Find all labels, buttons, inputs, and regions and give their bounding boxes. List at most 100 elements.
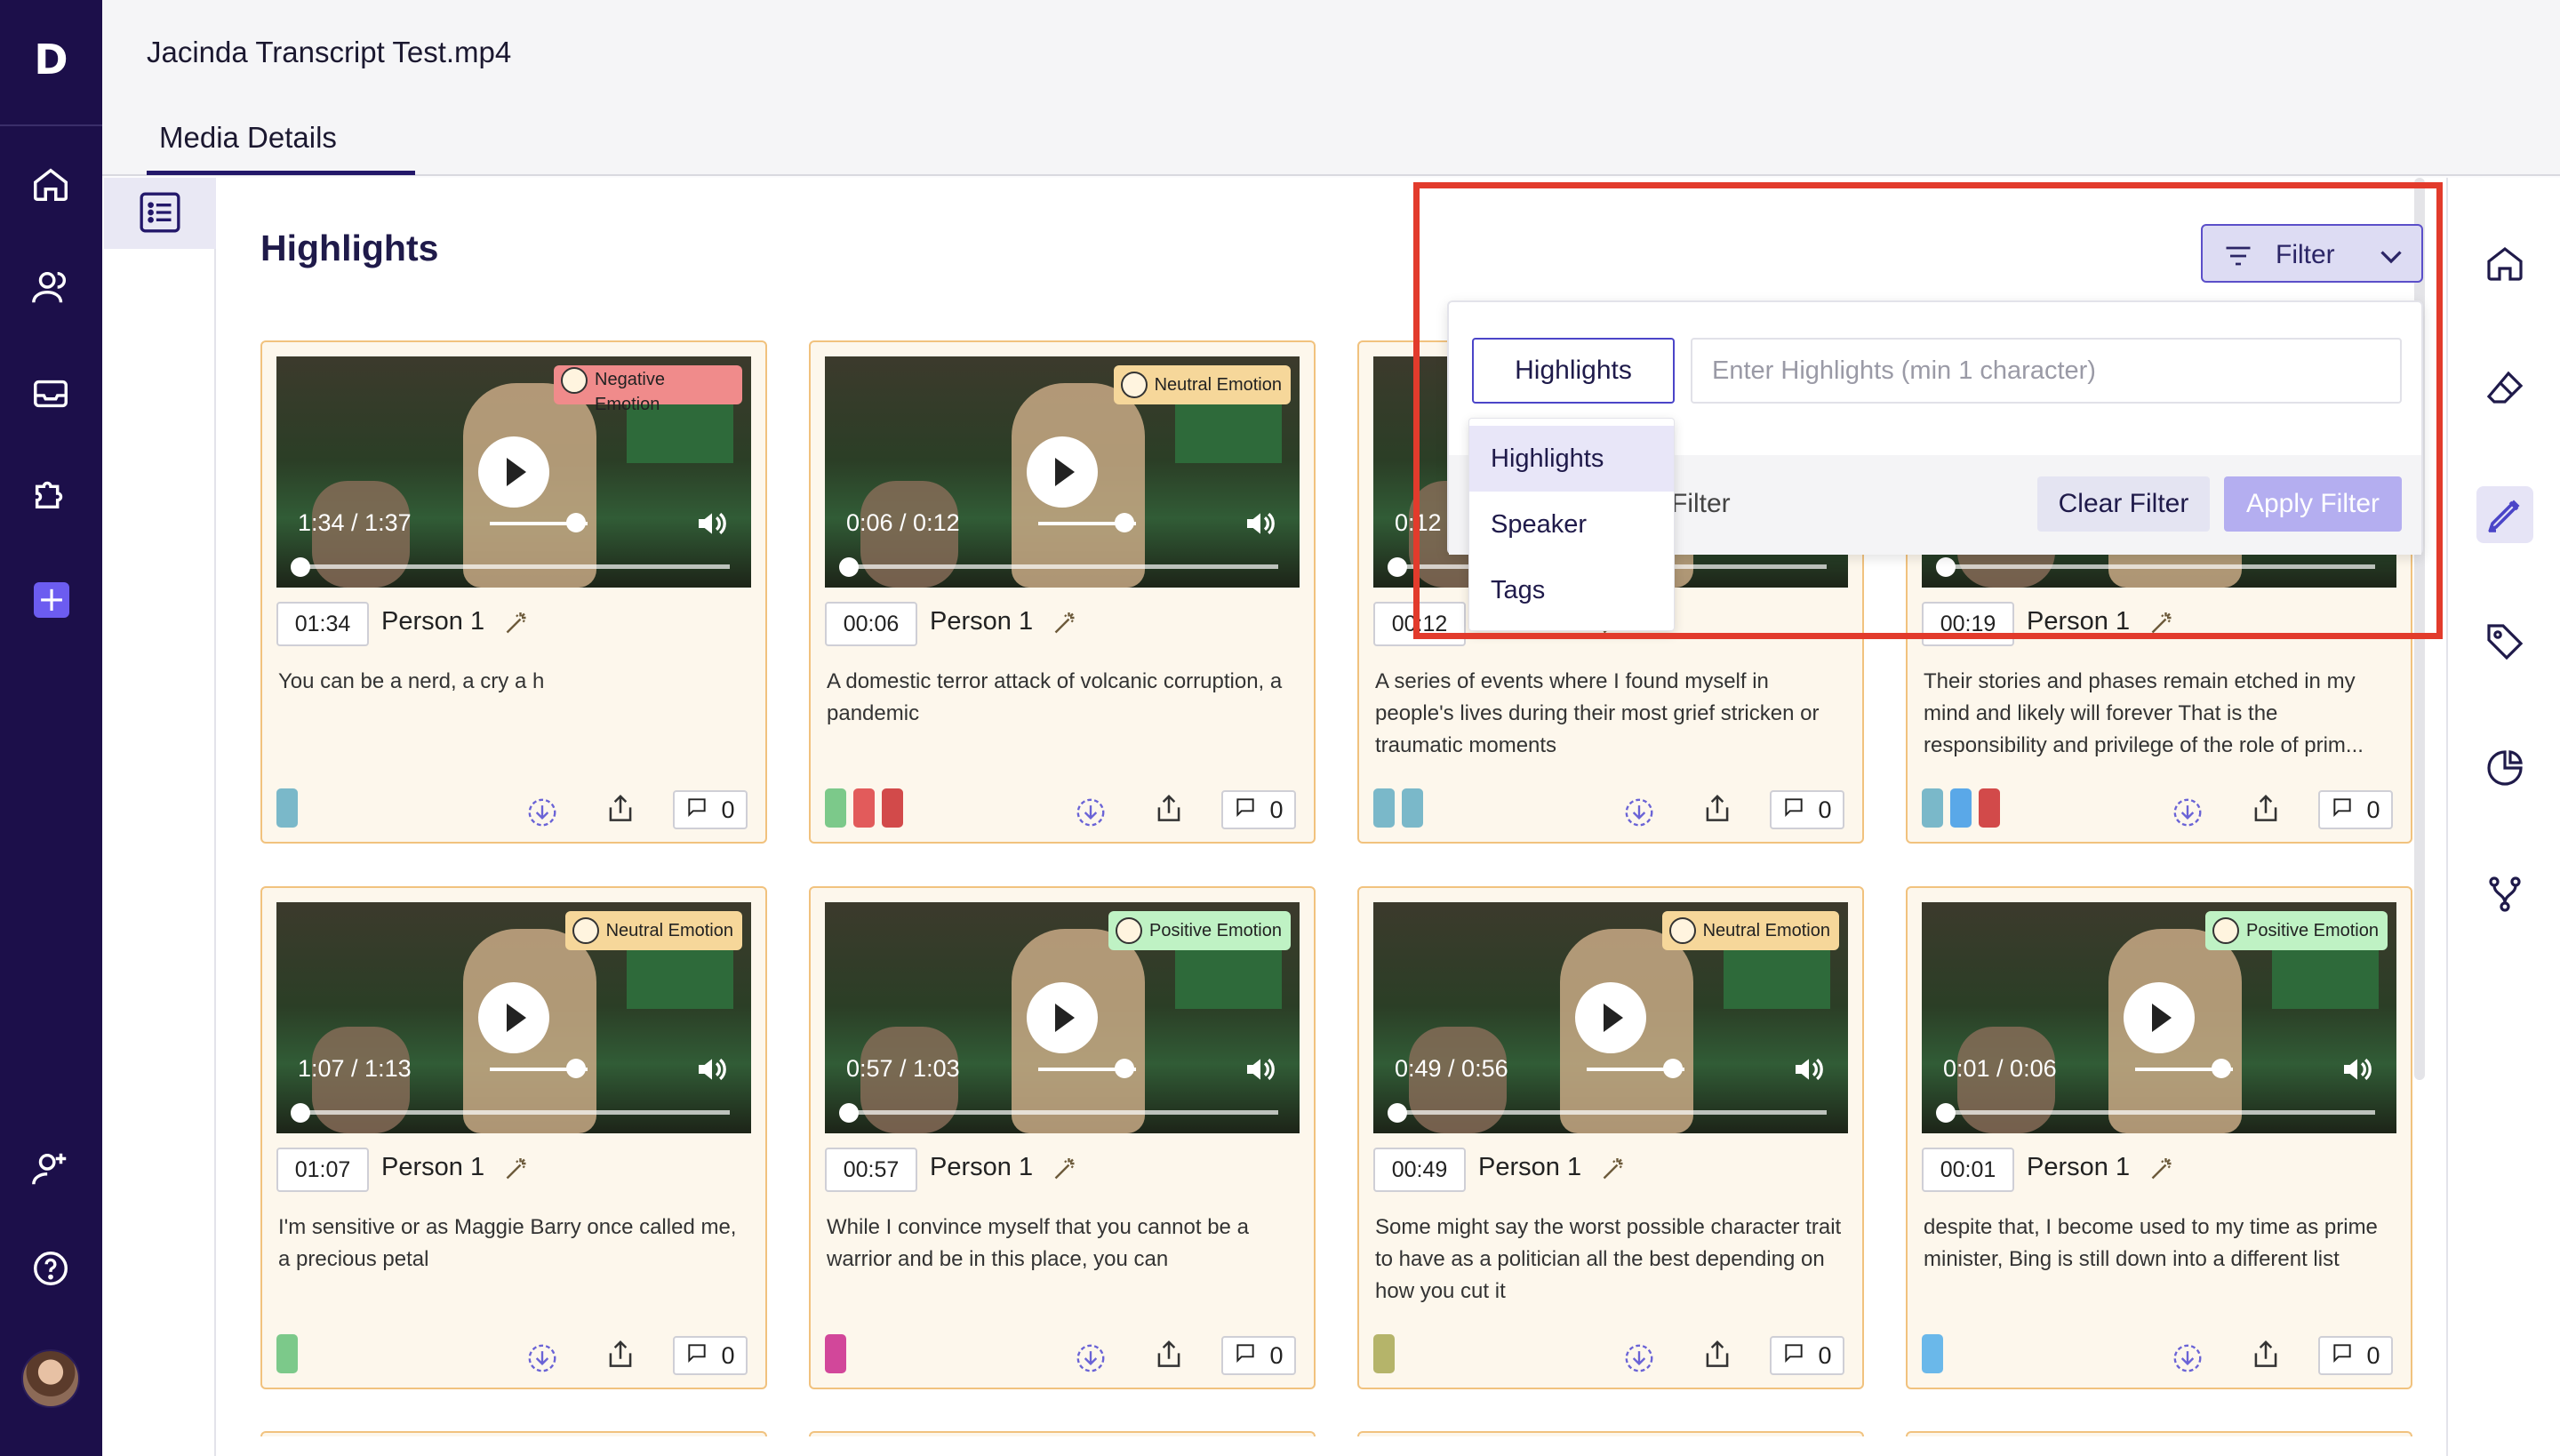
video-player[interactable]: 0:01 / 0:06 Positive Emotion bbox=[1922, 902, 2396, 1133]
highlight-card[interactable]: 0:57 / 1:03 Positive Emotion 00:57 Person 1… bbox=[809, 886, 1316, 1389]
comment-button[interactable]: 0 bbox=[1221, 790, 1296, 829]
video-progress-knob[interactable] bbox=[1936, 1103, 1956, 1123]
magic-wand-icon[interactable] bbox=[500, 1153, 532, 1185]
filter-button[interactable]: Filter bbox=[2201, 224, 2423, 283]
video-player[interactable]: 0:06 / 0:12 Neutral Emotion bbox=[825, 356, 1300, 588]
highlight-card[interactable]: 0:49 / 0:56 Neutral Emotion 00:49 Person 1 S… bbox=[1357, 886, 1864, 1389]
timestamp-badge[interactable]: 00:12 bbox=[1373, 602, 1466, 646]
eraser-icon[interactable] bbox=[2484, 368, 2526, 411]
home-icon[interactable] bbox=[2484, 242, 2526, 284]
volume-knob[interactable] bbox=[1115, 513, 1134, 532]
filter-search-input[interactable]: Enter Highlights (min 1 character) bbox=[1691, 338, 2402, 404]
video-player[interactable]: 0:57 / 1:03 Positive Emotion bbox=[825, 902, 1300, 1133]
filter-type-select[interactable]: Highlights bbox=[1472, 338, 1675, 404]
volume-knob[interactable] bbox=[1663, 1059, 1683, 1078]
timestamp-badge[interactable]: 00:19 bbox=[1922, 602, 2014, 646]
magic-wand-icon[interactable] bbox=[2146, 607, 2178, 639]
play-icon[interactable] bbox=[478, 982, 549, 1053]
volume-knob[interactable] bbox=[1115, 1059, 1134, 1078]
timestamp-badge[interactable]: 00:49 bbox=[1373, 1148, 1466, 1192]
comment-button[interactable]: 0 bbox=[673, 1336, 748, 1375]
timestamp-badge[interactable]: 00:06 bbox=[825, 602, 917, 646]
tag-chip[interactable] bbox=[853, 788, 875, 828]
users-icon[interactable] bbox=[30, 267, 71, 308]
tag-icon[interactable] bbox=[2484, 619, 2526, 661]
volume-icon[interactable] bbox=[694, 506, 730, 541]
timestamp-badge[interactable]: 00:57 bbox=[825, 1148, 917, 1192]
download-icon[interactable] bbox=[1074, 1341, 1108, 1375]
highlight-card[interactable]: 0:01 / 0:06 Positive Emotion 00:01 Person 1… bbox=[1906, 886, 2412, 1389]
download-icon[interactable] bbox=[2171, 796, 2204, 829]
comment-button[interactable]: 0 bbox=[1221, 1336, 1296, 1375]
tag-chip[interactable] bbox=[1402, 788, 1423, 828]
video-progress-bar[interactable] bbox=[1395, 1110, 1827, 1115]
tag-chip[interactable] bbox=[825, 788, 846, 828]
timestamp-badge[interactable]: 01:34 bbox=[276, 602, 369, 646]
video-progress-knob[interactable] bbox=[839, 557, 859, 577]
play-icon[interactable] bbox=[478, 436, 549, 508]
add-button[interactable]: + bbox=[34, 582, 69, 618]
user-avatar[interactable] bbox=[21, 1349, 80, 1408]
help-icon[interactable] bbox=[30, 1248, 71, 1289]
play-icon[interactable] bbox=[1027, 436, 1098, 508]
download-icon[interactable] bbox=[525, 796, 559, 829]
add-user-icon[interactable] bbox=[30, 1148, 71, 1189]
highlight-card[interactable]: 0:06 / 0:12 Neutral Emotion 00:06 Person 1 A… bbox=[809, 340, 1316, 844]
apply-filter-button[interactable]: Apply Filter bbox=[2224, 476, 2402, 532]
video-progress-knob[interactable] bbox=[291, 1103, 310, 1123]
list-view-button[interactable] bbox=[104, 178, 216, 249]
dropdown-option-tags[interactable]: Tags bbox=[1469, 557, 1674, 623]
video-progress-knob[interactable] bbox=[1388, 1103, 1407, 1123]
download-icon[interactable] bbox=[1622, 796, 1656, 829]
play-icon[interactable] bbox=[1575, 982, 1646, 1053]
video-progress-knob[interactable] bbox=[291, 557, 310, 577]
timestamp-badge[interactable]: 01:07 bbox=[276, 1148, 369, 1192]
video-progress-knob[interactable] bbox=[839, 1103, 859, 1123]
share-icon[interactable] bbox=[1700, 792, 1734, 826]
comment-button[interactable]: 0 bbox=[2318, 790, 2393, 829]
video-progress-knob[interactable] bbox=[1936, 557, 1956, 577]
app-logo[interactable]: D bbox=[0, 36, 102, 84]
download-icon[interactable] bbox=[1074, 796, 1108, 829]
video-progress-bar[interactable] bbox=[1943, 1110, 2375, 1115]
tag-chip[interactable] bbox=[1373, 788, 1395, 828]
comment-button[interactable]: 0 bbox=[1770, 790, 1844, 829]
play-icon[interactable] bbox=[1027, 982, 1098, 1053]
highlight-card[interactable]: 1:34 / 1:37 Negative Emotion 01:34 Person 1… bbox=[260, 340, 767, 844]
tag-chip[interactable] bbox=[825, 1334, 846, 1373]
magic-wand-icon[interactable] bbox=[1049, 1153, 1081, 1185]
home-icon[interactable] bbox=[30, 164, 71, 204]
volume-knob[interactable] bbox=[566, 1059, 586, 1078]
video-progress-bar[interactable] bbox=[846, 564, 1278, 569]
tag-chip[interactable] bbox=[1979, 788, 2000, 828]
tag-chip[interactable] bbox=[1922, 1334, 1943, 1373]
magic-wand-icon[interactable] bbox=[1049, 607, 1081, 639]
volume-icon[interactable] bbox=[1243, 1052, 1278, 1087]
tag-chip[interactable] bbox=[1922, 788, 1943, 828]
magic-wand-icon[interactable] bbox=[500, 607, 532, 639]
dropdown-option-highlights[interactable]: Highlights bbox=[1469, 426, 1674, 492]
video-player[interactable]: 1:07 / 1:13 Neutral Emotion bbox=[276, 902, 751, 1133]
video-progress-bar[interactable] bbox=[298, 564, 730, 569]
highlight-card[interactable]: 1:07 / 1:13 Neutral Emotion 01:07 Person 1 I… bbox=[260, 886, 767, 1389]
pie-chart-icon[interactable] bbox=[2484, 747, 2526, 789]
comment-button[interactable]: 0 bbox=[1770, 1336, 1844, 1375]
share-icon[interactable] bbox=[2249, 792, 2283, 826]
video-progress-knob[interactable] bbox=[1388, 557, 1407, 577]
puzzle-icon[interactable] bbox=[30, 473, 71, 514]
video-player[interactable]: 1:34 / 1:37 Negative Emotion bbox=[276, 356, 751, 588]
tab-media-details[interactable]: Media Details bbox=[159, 121, 337, 155]
tag-chip[interactable] bbox=[1373, 1334, 1395, 1373]
download-icon[interactable] bbox=[525, 1341, 559, 1375]
share-icon[interactable] bbox=[604, 1338, 637, 1372]
share-icon[interactable] bbox=[1152, 1338, 1186, 1372]
video-player[interactable]: 0:49 / 0:56 Neutral Emotion bbox=[1373, 902, 1848, 1133]
share-icon[interactable] bbox=[2249, 1338, 2283, 1372]
share-icon[interactable] bbox=[1700, 1338, 1734, 1372]
tag-chip[interactable] bbox=[882, 788, 903, 828]
share-icon[interactable] bbox=[604, 792, 637, 826]
magic-wand-icon[interactable] bbox=[2146, 1153, 2178, 1185]
video-progress-bar[interactable] bbox=[298, 1110, 730, 1115]
tag-chip[interactable] bbox=[276, 1334, 298, 1373]
clear-filter-button[interactable]: Clear Filter bbox=[2037, 476, 2210, 532]
